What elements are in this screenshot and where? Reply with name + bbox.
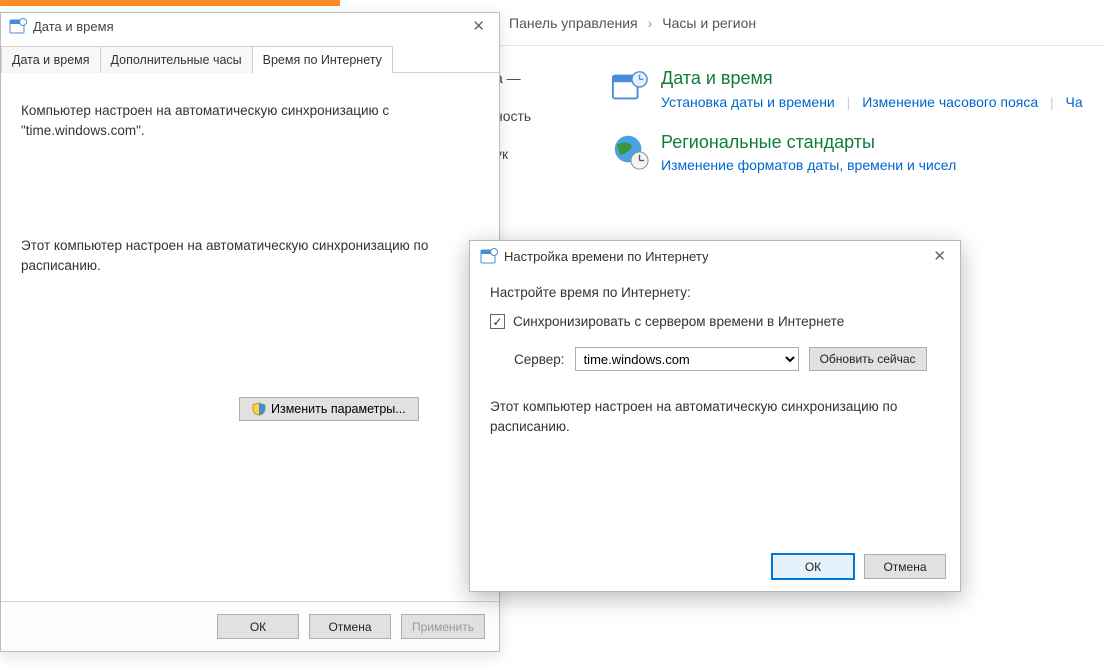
breadcrumb-root[interactable]: Панель управления (509, 15, 638, 31)
ok-button[interactable]: ОК (217, 614, 299, 639)
window-accent-bar (0, 0, 340, 6)
cp-region-text: Региональные стандарты Изменение формато… (661, 132, 956, 174)
dialog-titlebar[interactable]: Дата и время ✕ (1, 13, 499, 37)
dialog-content: Настройте время по Интернету: ✓ Синхрони… (470, 269, 960, 542)
breadcrumb-bar: Панель управления › Часы и регион (495, 0, 1104, 46)
globe-clock-icon (611, 132, 649, 170)
cp-datetime-title[interactable]: Дата и время (661, 68, 1083, 90)
dialog-buttons: ОК Отмена Применить (1, 601, 499, 651)
schedule-info-text: Этот компьютер настроен на автоматическу… (21, 236, 479, 275)
calendar-clock-icon (611, 68, 649, 106)
dialog-title: Дата и время (33, 19, 114, 34)
apply-button: Применить (401, 614, 485, 639)
tab-additional-clocks[interactable]: Дополнительные часы (100, 46, 253, 73)
cp-region-title[interactable]: Региональные стандарты (661, 132, 956, 154)
dialog-buttons: ОК Отмена (470, 542, 960, 591)
dialog-title: Настройка времени по Интернету (504, 249, 708, 264)
prompt-text: Настройте время по Интернету: (490, 285, 940, 300)
cp-datetime-text: Дата и время Установка даты и времени | … (661, 68, 1083, 110)
server-select[interactable]: time.windows.com (575, 347, 799, 371)
tab-date-time[interactable]: Дата и время (1, 46, 101, 73)
breadcrumb-current: Часы и регион (662, 15, 756, 31)
calendar-icon (480, 247, 498, 265)
tab-internet-time[interactable]: Время по Интернету (252, 46, 393, 73)
date-time-dialog: Дата и время ✕ Дата и время Дополнительн… (0, 12, 500, 652)
cancel-button[interactable]: Отмена (864, 554, 946, 579)
server-label: Сервер: (514, 352, 565, 367)
server-row: Сервер: time.windows.com Обновить сейчас (490, 347, 940, 371)
cancel-button[interactable]: Отмена (309, 614, 391, 639)
tab-strip: Дата и время Дополнительные часы Время п… (1, 45, 499, 73)
link-change-tz[interactable]: Изменение часового пояса (862, 94, 1038, 110)
internet-time-dialog: Настройка времени по Интернету ✕ Настрой… (469, 240, 961, 592)
control-panel-body: Дата и время Установка даты и времени | … (495, 56, 1104, 195)
change-params-button[interactable]: Изменить параметры... (239, 397, 419, 421)
schedule-info-text: Этот компьютер настроен на автоматическу… (490, 397, 940, 438)
calendar-icon (9, 17, 27, 35)
link-separator: | (1050, 94, 1054, 110)
cp-datetime-item: Дата и время Установка даты и времени | … (497, 68, 1104, 110)
link-change-formats[interactable]: Изменение форматов даты, времени и чисел (661, 157, 956, 173)
link-partial[interactable]: Ча (1066, 94, 1083, 110)
link-separator: | (847, 94, 851, 110)
ok-button[interactable]: ОК (772, 554, 854, 579)
change-params-label: Изменить параметры... (271, 402, 406, 416)
sync-checkbox[interactable]: ✓ (490, 314, 505, 329)
dialog-titlebar[interactable]: Настройка времени по Интернету ✕ (470, 241, 960, 269)
sync-checkbox-row: ✓ Синхронизировать с сервером времени в … (490, 314, 940, 329)
shield-icon (252, 402, 266, 416)
close-icon[interactable]: ✕ (466, 17, 491, 35)
cp-region-item: Региональные стандарты Изменение формато… (497, 132, 1104, 174)
sync-checkbox-label[interactable]: Синхронизировать с сервером времени в Ин… (513, 314, 844, 329)
sync-info-text: Компьютер настроен на автоматическую син… (21, 101, 479, 140)
update-now-button[interactable]: Обновить сейчас (809, 347, 927, 371)
close-icon[interactable]: ✕ (927, 247, 952, 265)
link-set-date[interactable]: Установка даты и времени (661, 94, 835, 110)
chevron-right-icon: › (648, 15, 653, 31)
dialog-content: Компьютер настроен на автоматическую син… (1, 73, 499, 601)
